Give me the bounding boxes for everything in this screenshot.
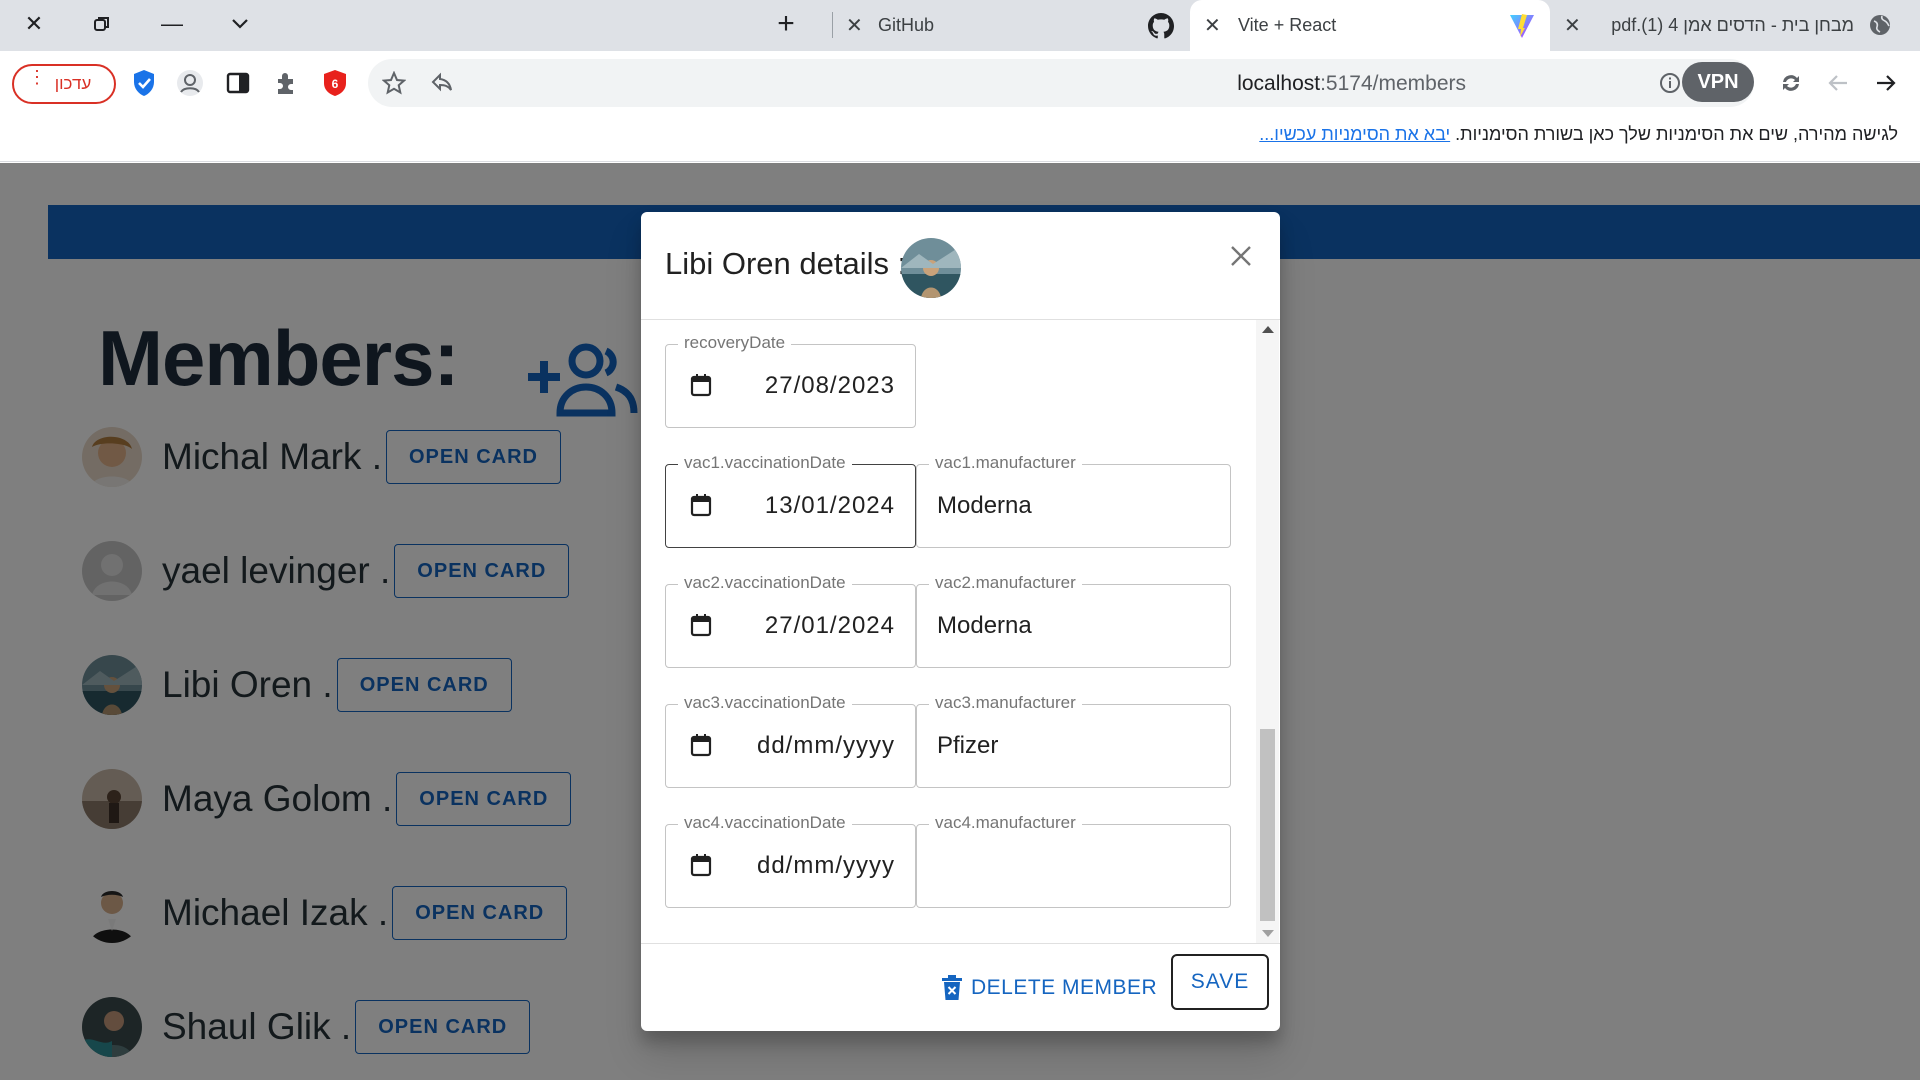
save-button[interactable]: SAVE <box>1171 954 1269 1010</box>
field-value: dd/mm/yyyy <box>756 852 895 879</box>
minimize-window-icon[interactable]: — <box>144 6 200 42</box>
field-value: 27/01/2024 <box>764 612 895 639</box>
tab-close-icon[interactable]: ✕ <box>1204 13 1221 38</box>
tab-vite-react[interactable]: ✕ Vite + React <box>1190 0 1550 51</box>
tab-close-icon[interactable]: ✕ <box>1564 13 1581 38</box>
side-panel-icon[interactable] <box>222 67 254 99</box>
url-text[interactable]: localhost:5174/members <box>1237 72 1466 96</box>
tab-label: מבחן בית - הדסים אמן 4 (1).pdf <box>1611 15 1854 35</box>
restore-window-icon[interactable] <box>74 6 130 42</box>
field-value: Moderna <box>937 612 1032 639</box>
field-label: vac1.manufacturer <box>929 453 1082 473</box>
url-path: :5174/members <box>1320 72 1466 95</box>
url-host: localhost <box>1237 72 1321 95</box>
svg-text:6: 6 <box>332 77 339 91</box>
calendar-icon[interactable] <box>690 493 714 519</box>
field-label: vac4.manufacturer <box>929 813 1082 833</box>
share-icon[interactable] <box>426 67 458 99</box>
close-window-icon[interactable]: ✕ <box>6 6 62 42</box>
shield-extension-icon[interactable] <box>128 67 160 99</box>
vac2-manufacturer-field[interactable]: vac2.manufacturer Moderna <box>916 573 1231 668</box>
extensions-icon[interactable] <box>271 67 303 99</box>
more-icon: ⋮ <box>28 67 46 87</box>
field-label: vac4.vaccinationDate <box>678 813 852 833</box>
dialog-header: Libi Oren details : <box>641 212 1280 320</box>
bookmark-message: לגישה מהירה, שים את הסימניות שלך כאן בשו… <box>1259 124 1898 145</box>
browser-toolbar: ⋮ עדכון 6 localhost:5174/members VPN <box>0 51 1920 114</box>
vac1-date-field[interactable]: vac1.vaccinationDate 13/01/2024 <box>665 453 916 548</box>
field-value: 13/01/2024 <box>764 492 895 519</box>
github-icon <box>1148 13 1175 44</box>
forward-arrow-icon[interactable] <box>1870 67 1902 99</box>
import-bookmarks-link[interactable]: יבא את הסימניות עכשיו... <box>1259 124 1450 144</box>
bookmark-bar: לגישה מהירה, שים את הסימניות שלך כאן בשו… <box>0 114 1920 162</box>
field-value: Moderna <box>937 492 1032 519</box>
vite-icon <box>1508 12 1536 45</box>
vac3-manufacturer-field[interactable]: vac3.manufacturer Pfizer <box>916 693 1231 788</box>
vac4-date-field[interactable]: vac4.vaccinationDate dd/mm/yyyy <box>665 813 916 908</box>
dialog-actions: DELETE MEMBER SAVE <box>641 943 1280 1031</box>
scroll-up-arrow-icon[interactable] <box>1262 326 1274 333</box>
tab-strip: ✕ — + ✕ GitHub ✕ Vite + React ✕ מבחן בית… <box>0 0 1920 51</box>
vac2-date-field[interactable]: vac2.vaccinationDate 27/01/2024 <box>665 573 916 668</box>
tab-label: GitHub <box>878 15 935 35</box>
adblock-icon[interactable]: 6 <box>319 67 351 99</box>
scroll-thumb[interactable] <box>1260 729 1275 921</box>
vpn-badge[interactable]: VPN <box>1682 62 1754 102</box>
field-label: recoveryDate <box>678 333 792 353</box>
calendar-icon[interactable] <box>690 613 714 639</box>
field-label: vac3.manufacturer <box>929 693 1082 713</box>
field-label: vac2.manufacturer <box>929 573 1082 593</box>
calendar-icon[interactable] <box>690 853 714 879</box>
dialog-avatar <box>901 238 961 298</box>
field-label: vac1.vaccinationDate <box>678 453 852 473</box>
field-value: Pfizer <box>937 732 999 759</box>
field-label: vac2.vaccinationDate <box>678 573 852 593</box>
tab-pdf[interactable]: ✕ מבחן בית - הדסים אמן 4 (1).pdf <box>1556 0 1920 51</box>
close-icon[interactable] <box>1221 236 1261 276</box>
dialog-title: Libi Oren details : <box>665 246 907 281</box>
new-tab-button[interactable]: + <box>758 6 814 42</box>
tab-label: Vite + React <box>1238 15 1337 35</box>
recovery-date-field[interactable]: recoveryDate 27/08/2023 <box>665 333 916 428</box>
bookmark-star-icon[interactable] <box>378 67 410 99</box>
vac3-date-field[interactable]: vac3.vaccinationDate dd/mm/yyyy <box>665 693 916 788</box>
back-arrow-icon[interactable] <box>1822 67 1854 99</box>
globe-icon <box>1868 13 1892 42</box>
member-details-dialog: Libi Oren details : recoveryDate 27/08/2… <box>641 212 1280 1031</box>
field-value: 27/08/2023 <box>764 372 895 399</box>
calendar-icon[interactable] <box>690 373 714 399</box>
tab-search-icon[interactable] <box>212 6 268 42</box>
tab-github[interactable]: ✕ GitHub <box>838 0 1186 51</box>
profile-icon[interactable] <box>174 67 206 99</box>
reload-icon[interactable] <box>1775 67 1807 99</box>
update-button[interactable]: ⋮ עדכון <box>12 64 116 104</box>
tab-close-icon[interactable]: ✕ <box>846 13 863 38</box>
scroll-down-arrow-icon[interactable] <box>1262 930 1274 937</box>
vac4-manufacturer-field[interactable]: vac4.manufacturer <box>916 813 1231 908</box>
delete-member-label: DELETE MEMBER <box>971 976 1158 999</box>
update-label: עדכון <box>54 74 92 93</box>
dialog-content[interactable]: recoveryDate 27/08/2023 vac1.vaccination… <box>641 320 1280 943</box>
field-value: dd/mm/yyyy <box>756 732 895 759</box>
delete-forever-icon <box>941 975 963 1001</box>
bookmark-message-text: לגישה מהירה, שים את הסימניות שלך כאן בשו… <box>1455 124 1898 144</box>
field-label: vac3.vaccinationDate <box>678 693 852 713</box>
delete-member-button[interactable]: DELETE MEMBER <box>941 966 1157 1010</box>
dialog-scrollbar[interactable] <box>1256 320 1279 943</box>
address-bar[interactable]: localhost:5174/members <box>368 59 1754 107</box>
tab-separator <box>832 12 833 38</box>
calendar-icon[interactable] <box>690 733 714 759</box>
vac1-manufacturer-field[interactable]: vac1.manufacturer Moderna <box>916 453 1231 548</box>
